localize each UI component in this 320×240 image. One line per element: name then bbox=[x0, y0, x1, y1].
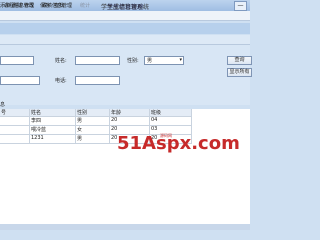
gender-label: 性别: bbox=[127, 58, 139, 64]
age-input[interactable] bbox=[0, 76, 40, 85]
query-button[interactable]: 查询 bbox=[227, 56, 252, 65]
table-cell[interactable]: 女 bbox=[76, 126, 110, 135]
toolbar bbox=[0, 35, 250, 45]
name-label: 姓名: bbox=[55, 58, 67, 64]
header-age[interactable]: 年龄 bbox=[110, 109, 150, 117]
table-cell[interactable]: 20 bbox=[110, 117, 150, 126]
table-cell[interactable]: 李四 bbox=[30, 117, 76, 126]
header-class[interactable]: 班级 bbox=[150, 109, 192, 117]
header-gender[interactable]: 性别 bbox=[76, 109, 110, 117]
section-label: 息 bbox=[0, 102, 6, 108]
toolbar-edit[interactable]: 修改 bbox=[24, 2, 34, 9]
student-table: 号 姓名 性别 年龄 班级 李四 男 20 04 喂冷蓝 女 20 03 123… bbox=[0, 109, 250, 230]
table-cell[interactable]: 男 bbox=[76, 135, 110, 144]
show-all-button[interactable]: 显示所有 bbox=[227, 68, 252, 77]
table-cell[interactable]: 喂冷蓝 bbox=[30, 126, 76, 135]
gender-select[interactable]: 男 ▾ bbox=[144, 56, 184, 65]
table-cell[interactable]: 04 bbox=[150, 117, 192, 126]
status-bar bbox=[0, 224, 250, 230]
phone-input[interactable] bbox=[75, 76, 120, 85]
toolbar-save[interactable]: 保存 bbox=[40, 2, 50, 9]
panel-header bbox=[0, 23, 250, 34]
table-cell[interactable] bbox=[0, 135, 30, 144]
phone-label: 电话: bbox=[55, 78, 67, 84]
header-id[interactable]: 号 bbox=[0, 109, 30, 117]
table-cell[interactable] bbox=[0, 117, 30, 126]
toolbar-add[interactable]: 添加 bbox=[0, 2, 10, 9]
name-input[interactable] bbox=[75, 56, 120, 65]
header-name[interactable]: 姓名 bbox=[30, 109, 76, 117]
table-cell[interactable]: 男 bbox=[76, 117, 110, 126]
student-id-input[interactable] bbox=[0, 56, 34, 65]
panel-title: 学生信息管理 bbox=[106, 4, 143, 11]
watermark-logo: 51Aspx.com bbox=[117, 133, 240, 154]
watermark-sub: 源码网 bbox=[160, 133, 172, 138]
menu-bar bbox=[0, 11, 250, 21]
table-cell[interactable]: 1231 bbox=[30, 135, 76, 144]
table-cell[interactable] bbox=[0, 126, 30, 135]
gender-select-value: 男 bbox=[147, 58, 153, 64]
chevron-down-icon: ▾ bbox=[179, 57, 182, 63]
search-form bbox=[0, 45, 250, 105]
toolbar-search[interactable]: 查找 bbox=[54, 2, 64, 9]
toolbar-delete[interactable]: 删除 bbox=[12, 2, 22, 9]
